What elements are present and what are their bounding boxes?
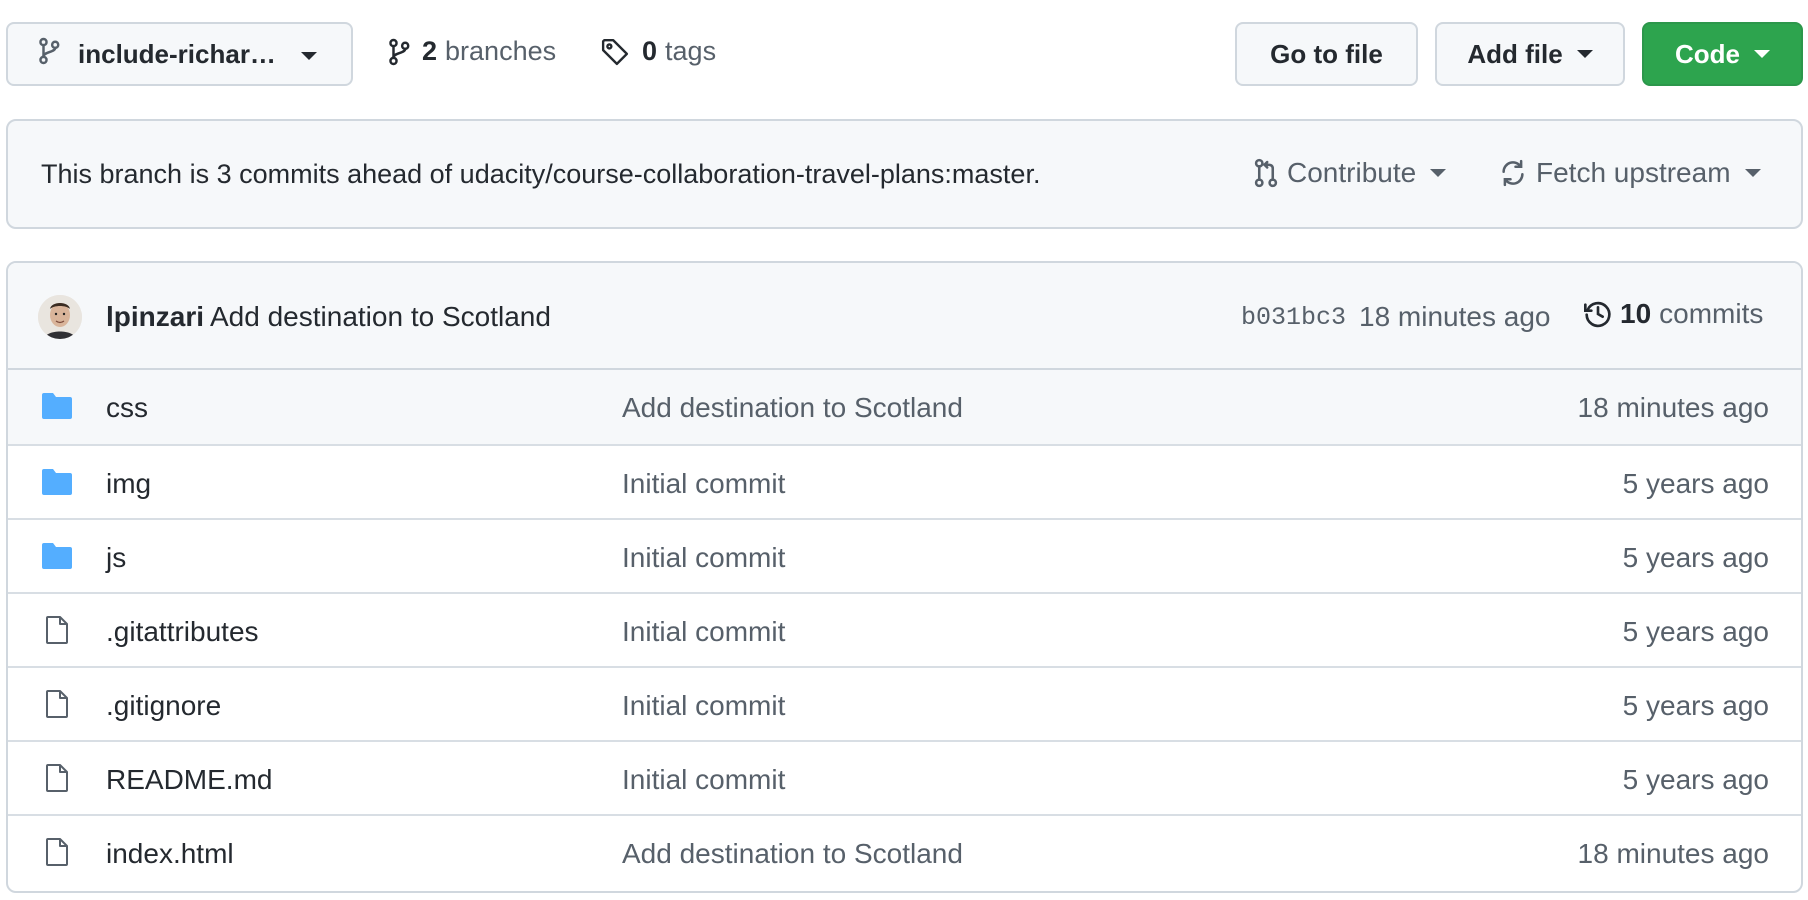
file-commit-link[interactable]: Add destination to Scotland	[622, 838, 963, 870]
file-row[interactable]: img Initial commit 5 years ago	[8, 444, 1801, 518]
file-row[interactable]: .gitattributes Initial commit 5 years ago	[8, 592, 1801, 666]
commit-author-link[interactable]: lpinzari	[106, 301, 204, 333]
file-row[interactable]: js Initial commit 5 years ago	[8, 518, 1801, 592]
file-commit-link[interactable]: Initial commit	[622, 542, 785, 574]
tags-count: 0	[642, 36, 658, 66]
file-commit-time: 5 years ago	[1622, 764, 1769, 795]
branches-link[interactable]: 2 branches	[388, 36, 556, 67]
commits-label: commits	[1659, 298, 1764, 329]
file-icon	[40, 763, 74, 793]
branches-count: 2	[422, 36, 438, 66]
folder-icon	[40, 391, 74, 421]
sync-icon	[1502, 159, 1524, 187]
tags-link[interactable]: 0 tags	[600, 36, 716, 67]
chevron-down-icon	[301, 52, 317, 60]
commit-message-link[interactable]: Add destination to Scotland	[210, 301, 551, 333]
file-commit-time: 5 years ago	[1622, 616, 1769, 647]
file-commit-time: 18 minutes ago	[1577, 392, 1769, 423]
file-icon	[40, 837, 74, 867]
file-row[interactable]: README.md Initial commit 5 years ago	[8, 740, 1801, 814]
file-row[interactable]: index.html Add destination to Scotland 18 …	[8, 814, 1801, 888]
add-file-button[interactable]: Add file	[1435, 22, 1625, 86]
file-commit-time: 5 years ago	[1622, 542, 1769, 573]
file-commit-link[interactable]: Initial commit	[622, 468, 785, 500]
file-name-link[interactable]: .gitattributes	[106, 616, 259, 648]
branch-name: include-richar…	[78, 38, 276, 69]
file-name-link[interactable]: .gitignore	[106, 690, 221, 722]
tag-icon	[601, 38, 629, 65]
chevron-down-icon	[1744, 169, 1761, 177]
commits-history-link[interactable]: 10 commits	[1582, 298, 1763, 330]
chevron-down-icon	[1754, 50, 1770, 58]
branch-status-message: This branch is 3 commits ahead of udacit…	[41, 159, 1041, 189]
file-browser: lpinzari Add destination to Scotland b03…	[6, 261, 1803, 893]
fetch-upstream-button[interactable]: Fetch upstream	[1498, 157, 1761, 189]
file-commit-link[interactable]: Initial commit	[622, 764, 785, 796]
file-name-link[interactable]: README.md	[106, 764, 272, 796]
file-commit-link[interactable]: Initial commit	[622, 616, 785, 648]
avatar[interactable]	[38, 295, 82, 339]
file-commit-link[interactable]: Initial commit	[622, 690, 785, 722]
commit-time: 18 minutes ago	[1359, 301, 1551, 332]
branches-label: branches	[445, 36, 557, 66]
tags-label: tags	[665, 36, 717, 66]
latest-commit-bar: lpinzari Add destination to Scotland b03…	[8, 263, 1801, 370]
chevron-down-icon	[1576, 50, 1593, 58]
file-name-link[interactable]: index.html	[106, 838, 234, 870]
history-icon	[1584, 301, 1611, 328]
go-to-file-button[interactable]: Go to file	[1235, 22, 1418, 86]
file-commit-time: 5 years ago	[1622, 468, 1769, 499]
file-icon	[40, 689, 74, 719]
file-list: css Add destination to Scotland 18 minutes…	[8, 370, 1801, 888]
go-to-file-label: Go to file	[1270, 38, 1383, 69]
file-name-link[interactable]: img	[106, 468, 151, 500]
git-branch-icon	[38, 37, 60, 72]
folder-icon	[40, 467, 74, 497]
commits-count: 10	[1620, 298, 1652, 329]
file-icon	[40, 615, 74, 645]
add-file-label: Add file	[1467, 38, 1563, 69]
code-button[interactable]: Code	[1642, 22, 1803, 86]
code-label: Code	[1675, 38, 1740, 69]
file-name-link[interactable]: css	[106, 392, 148, 424]
git-pull-request-icon	[1254, 158, 1278, 188]
branch-status-banner: This branch is 3 commits ahead of udacit…	[6, 119, 1803, 229]
git-branch-icon	[389, 38, 410, 65]
branch-select-button[interactable]: include-richar…	[6, 22, 353, 86]
file-commit-link[interactable]: Add destination to Scotland	[622, 392, 963, 424]
contribute-button[interactable]: Contribute	[1253, 157, 1447, 189]
file-commit-time: 5 years ago	[1622, 690, 1769, 721]
repo-toolbar: include-richar… 2 branches 0 tags Go to …	[0, 0, 1808, 110]
file-name-link[interactable]: js	[106, 542, 126, 574]
fetch-upstream-label: Fetch upstream	[1536, 157, 1731, 188]
commit-sha-link[interactable]: b031bc3	[1241, 303, 1346, 332]
contribute-label: Contribute	[1287, 157, 1417, 188]
file-row[interactable]: css Add destination to Scotland 18 minutes…	[8, 370, 1801, 444]
chevron-down-icon	[1430, 169, 1447, 177]
file-row[interactable]: .gitignore Initial commit 5 years ago	[8, 666, 1801, 740]
folder-icon	[40, 541, 74, 571]
file-commit-time: 18 minutes ago	[1577, 838, 1769, 869]
